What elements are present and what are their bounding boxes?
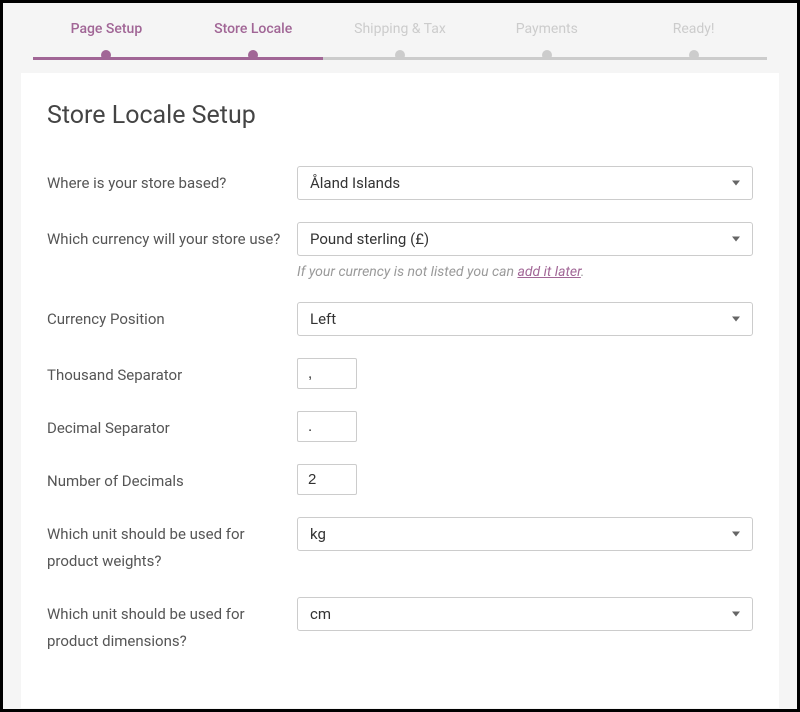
form-row-weight-unit: Which unit should be used for product we… bbox=[47, 517, 753, 575]
select-value: Pound sterling (£) bbox=[310, 230, 429, 248]
num-decimals-label: Number of Decimals bbox=[47, 464, 297, 495]
weight-unit-label: Which unit should be used for product we… bbox=[47, 517, 297, 575]
select-value: Åland Islands bbox=[310, 174, 400, 192]
select-value: Left bbox=[310, 310, 336, 328]
decimal-sep-input[interactable] bbox=[297, 411, 357, 442]
num-decimals-input[interactable] bbox=[297, 464, 357, 495]
currency-label: Which currency will your store use? bbox=[47, 222, 297, 253]
form-row-currency-position: Currency Position Left bbox=[47, 302, 753, 336]
add-currency-later-link[interactable]: add it later bbox=[517, 264, 580, 280]
select-value: cm bbox=[310, 605, 331, 623]
chevron-down-icon bbox=[732, 532, 740, 537]
step-dot-icon bbox=[395, 50, 405, 60]
form-row-store-location: Where is your store based? Åland Islands bbox=[47, 166, 753, 200]
step-shipping-tax[interactable]: Shipping & Tax bbox=[327, 21, 474, 43]
dimension-unit-label: Which unit should be used for product di… bbox=[47, 597, 297, 655]
chevron-down-icon bbox=[732, 181, 740, 186]
form-row-dimension-unit: Which unit should be used for product di… bbox=[47, 597, 753, 655]
stepper-progress bbox=[33, 57, 323, 60]
thousand-sep-label: Thousand Separator bbox=[47, 358, 297, 389]
currency-hint-row: If your currency is not listed you can a… bbox=[47, 264, 753, 280]
step-label: Ready! bbox=[673, 21, 715, 37]
step-label: Page Setup bbox=[71, 21, 143, 37]
content-card: Store Locale Setup Where is your store b… bbox=[21, 73, 779, 708]
step-label: Store Locale bbox=[214, 21, 292, 37]
dimension-unit-select[interactable]: cm bbox=[297, 597, 753, 631]
chevron-down-icon bbox=[732, 237, 740, 242]
chevron-down-icon bbox=[732, 317, 740, 322]
currency-hint: If your currency is not listed you can a… bbox=[297, 264, 584, 280]
currency-select[interactable]: Pound sterling (£) bbox=[297, 222, 753, 256]
weight-unit-select[interactable]: kg bbox=[297, 517, 753, 551]
form-row-num-decimals: Number of Decimals bbox=[47, 464, 753, 495]
step-ready[interactable]: Ready! bbox=[620, 21, 767, 43]
form-row-thousand-sep: Thousand Separator bbox=[47, 358, 753, 389]
decimal-sep-label: Decimal Separator bbox=[47, 411, 297, 442]
page-title: Store Locale Setup bbox=[47, 101, 753, 130]
select-value: kg bbox=[310, 525, 326, 543]
thousand-sep-input[interactable] bbox=[297, 358, 357, 389]
step-page-setup[interactable]: Page Setup bbox=[33, 21, 180, 43]
step-label: Shipping & Tax bbox=[354, 21, 446, 37]
currency-position-label: Currency Position bbox=[47, 302, 297, 333]
step-store-locale[interactable]: Store Locale bbox=[180, 21, 327, 43]
step-dot-icon bbox=[542, 50, 552, 60]
form-row-currency: Which currency will your store use? Poun… bbox=[47, 222, 753, 256]
chevron-down-icon bbox=[732, 612, 740, 617]
step-payments[interactable]: Payments bbox=[473, 21, 620, 43]
app-container: Page Setup Store Locale Shipping & Tax P… bbox=[0, 0, 800, 712]
step-dot-icon bbox=[689, 50, 699, 60]
form-row-decimal-sep: Decimal Separator bbox=[47, 411, 753, 442]
wizard-stepper: Page Setup Store Locale Shipping & Tax P… bbox=[3, 3, 797, 63]
currency-position-select[interactable]: Left bbox=[297, 302, 753, 336]
store-location-select[interactable]: Åland Islands bbox=[297, 166, 753, 200]
store-location-label: Where is your store based? bbox=[47, 166, 297, 197]
step-label: Payments bbox=[516, 21, 578, 37]
